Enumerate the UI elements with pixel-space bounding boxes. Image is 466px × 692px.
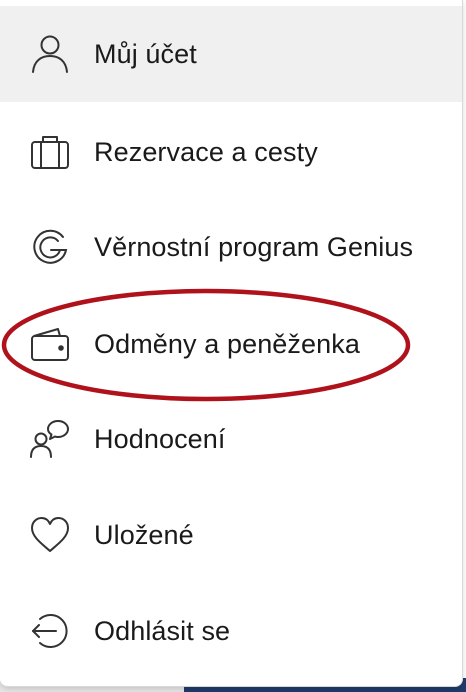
reviews-icon [28,417,72,461]
wallet-icon [28,322,72,366]
menu-item-label: Odhlásit se [94,615,231,646]
menu-item-label: Rezervace a cesty [94,136,318,167]
menu-item-label: Můj účet [94,38,197,69]
sign-out-icon [28,609,72,653]
menu-item-label: Uložené [94,519,194,550]
person-icon [28,32,72,76]
menu-item-genius[interactable]: Věrnostní program Genius [0,199,462,295]
menu-item-rewards-wallet[interactable]: Odměny a peněženka [0,296,462,392]
suitcase-icon [28,130,72,174]
menu-item-reviews[interactable]: Hodnocení [0,391,462,487]
menu-item-bookings[interactable]: Rezervace a cesty [0,104,462,200]
menu-item-label: Odměny a peněženka [94,328,360,359]
genius-g-icon [28,225,72,269]
menu-item-saved[interactable]: Uložené [0,487,462,583]
heart-icon [28,513,72,557]
menu-item-sign-out[interactable]: Odhlásit se [0,583,462,679]
account-dropdown-menu: Můj účet Rezervace a cesty Věrnostní pro… [0,0,463,687]
menu-item-label: Věrnostní program Genius [94,231,414,262]
menu-item-my-account[interactable]: Můj účet [0,6,462,102]
menu-item-label: Hodnocení [94,423,226,454]
